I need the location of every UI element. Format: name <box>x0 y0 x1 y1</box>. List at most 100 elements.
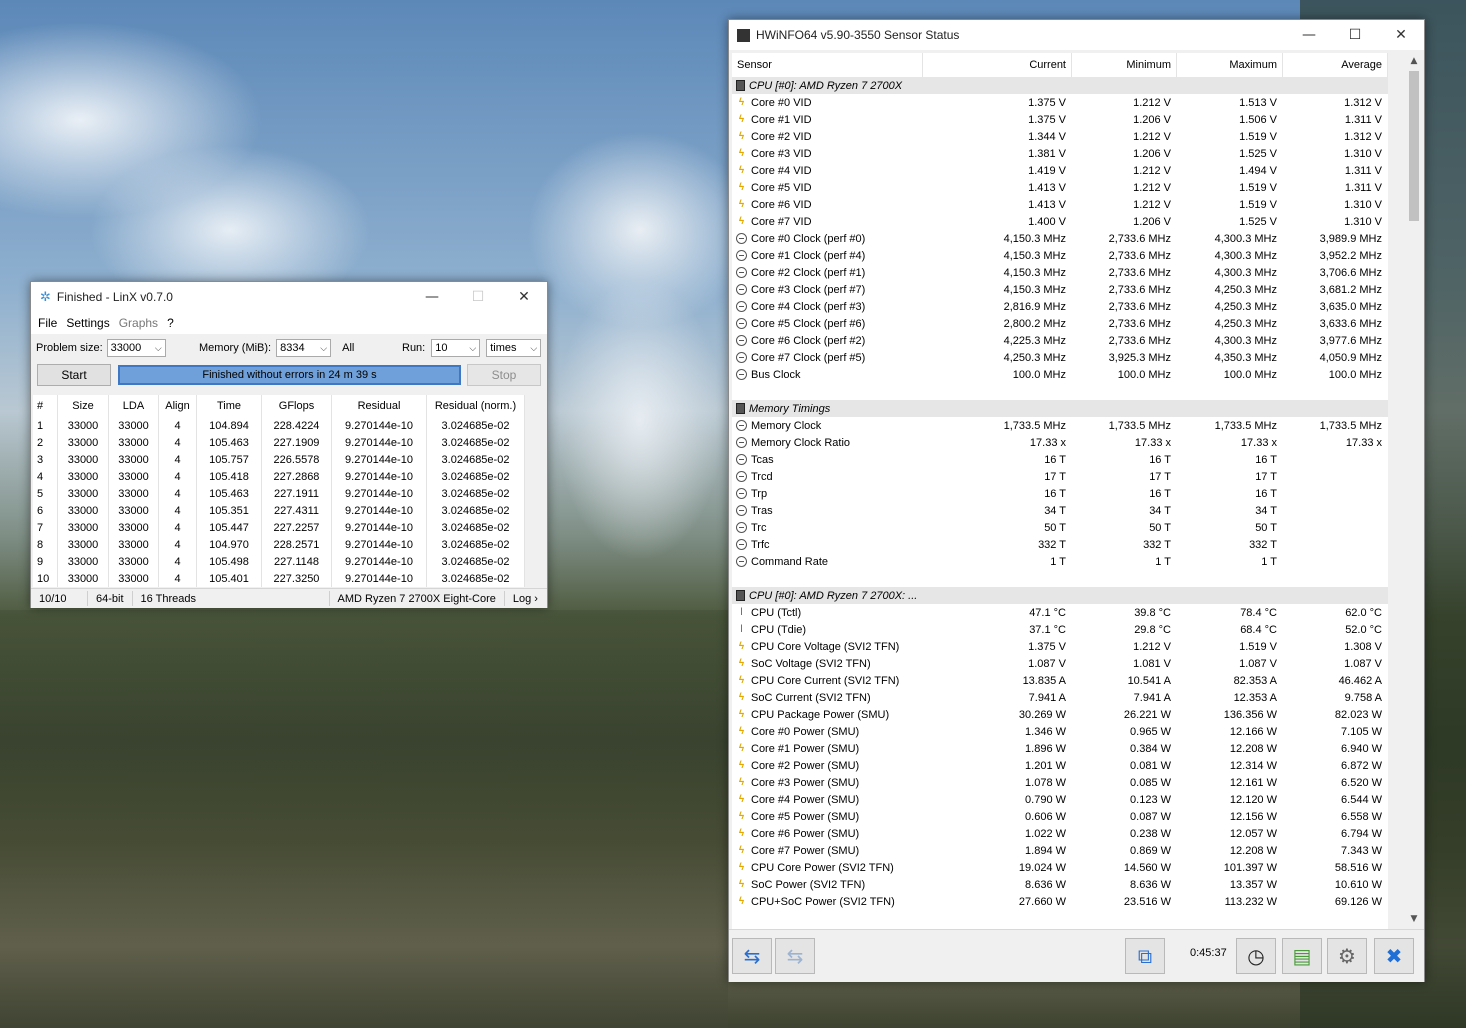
log-toggle[interactable]: Log › <box>505 591 546 606</box>
sensor-group-row[interactable]: Memory Timings <box>732 400 1388 417</box>
minimize-button[interactable]: — <box>1286 20 1332 50</box>
sensor-row[interactable]: Command Rate 1 T 1 T 1 T <box>732 553 1388 570</box>
sensor-row[interactable]: Trcd 17 T 17 T 17 T <box>732 468 1388 485</box>
close-sensors-button[interactable]: ✖ <box>1374 938 1414 974</box>
table-row[interactable]: 1 33000 33000 4 104.894 228.4224 9.270144e-10 3… <box>33 417 525 434</box>
sensor-row[interactable]: ǀ CPU (Tdie) 37.1 °C 29.8 °C 68.4 °C 52.0 °C <box>732 621 1388 638</box>
run-unit-combo[interactable]: times ⌵ <box>486 339 542 357</box>
menu-settings[interactable]: Settings <box>66 316 109 330</box>
clock-button[interactable]: ◷ <box>1236 938 1276 974</box>
sensor-row[interactable]: Trp 16 T 16 T 16 T <box>732 485 1388 502</box>
column-header[interactable]: GFlops <box>261 395 332 417</box>
column-header[interactable]: Time <box>196 395 262 417</box>
column-header[interactable]: Sensor <box>732 53 923 77</box>
table-row[interactable]: 6 33000 33000 4 105.351 227.4311 9.270144e-10 3… <box>33 502 525 519</box>
sensor-row[interactable]: ǀ CPU (Tctl) 47.1 °C 39.8 °C 78.4 °C 62.0 °C <box>732 604 1388 621</box>
sensor-row[interactable]: Trc 50 T 50 T 50 T <box>732 519 1388 536</box>
column-header[interactable]: Align <box>158 395 197 417</box>
start-button[interactable]: Start <box>37 364 111 386</box>
sensor-row[interactable]: ϟ Core #7 VID 1.400 V 1.206 V 1.525 V 1.310 V <box>732 213 1388 230</box>
sensor-row[interactable]: ϟ Core #1 VID 1.375 V 1.206 V 1.506 V 1.311 V <box>732 111 1388 128</box>
stop-button[interactable]: Stop <box>467 364 541 386</box>
menu-graphs[interactable]: Graphs <box>119 316 158 330</box>
sensor-row[interactable]: ϟ Core #3 VID 1.381 V 1.206 V 1.525 V 1.310 V <box>732 145 1388 162</box>
maximize-button[interactable]: ☐ <box>1332 20 1378 50</box>
sensor-row[interactable]: ϟ CPU Core Current (SVI2 TFN) 13.835 A 10.5… <box>732 672 1388 689</box>
sensor-row[interactable]: Core #4 Clock (perf #3) 2,816.9 MHz 2,733.… <box>732 298 1388 315</box>
minimize-button[interactable]: — <box>409 282 455 312</box>
table-row[interactable]: 5 33000 33000 4 105.463 227.1911 9.270144e-10 3… <box>33 485 525 502</box>
sensor-row[interactable]: Trfc 332 T 332 T 332 T <box>732 536 1388 553</box>
sensor-row[interactable]: ϟ Core #7 Power (SMU) 1.894 W 0.869 W 12.208… <box>732 842 1388 859</box>
sensor-row[interactable]: ϟ Core #3 Power (SMU) 1.078 W 0.085 W 12.161… <box>732 774 1388 791</box>
sensor-row[interactable]: ϟ CPU Core Power (SVI2 TFN) 19.024 W 14.560… <box>732 859 1388 876</box>
nav-arrows-button[interactable]: ⇆ <box>732 938 772 974</box>
sensor-row[interactable]: Core #2 Clock (perf #1) 4,150.3 MHz 2,733.… <box>732 264 1388 281</box>
column-header[interactable]: Residual <box>331 395 427 417</box>
table-row[interactable]: 3 33000 33000 4 105.757 226.5578 9.270144e-10 3… <box>33 451 525 468</box>
table-row[interactable]: 9 33000 33000 4 105.498 227.1148 9.270144e-10 3… <box>33 553 525 570</box>
sensor-row[interactable]: ϟ CPU+SoC Power (SVI2 TFN) 27.660 W 23.516 … <box>732 893 1388 910</box>
vertical-scrollbar[interactable]: ▲ ▼ <box>1406 53 1421 929</box>
sensor-row[interactable]: ϟ Core #0 Power (SMU) 1.346 W 0.965 W 12.166… <box>732 723 1388 740</box>
sensor-row[interactable]: ϟ Core #2 VID 1.344 V 1.212 V 1.519 V 1.312 V <box>732 128 1388 145</box>
sensor-row[interactable]: Tcas 16 T 16 T 16 T <box>732 451 1388 468</box>
sensor-row[interactable]: Core #6 Clock (perf #2) 4,225.3 MHz 2,733.… <box>732 332 1388 349</box>
scrollbar-thumb[interactable] <box>1409 71 1419 221</box>
scroll-down-icon[interactable]: ▼ <box>1408 914 1420 926</box>
scroll-up-icon[interactable]: ▲ <box>1408 56 1420 68</box>
sensor-row[interactable]: ϟ CPU Core Voltage (SVI2 TFN) 1.375 V 1.212… <box>732 638 1388 655</box>
maximize-button[interactable]: ☐ <box>455 282 501 312</box>
table-row[interactable]: 2 33000 33000 4 105.463 227.1909 9.270144e-10 3… <box>33 434 525 451</box>
table-row[interactable]: 10 33000 33000 4 105.401 227.3250 9.270144e-10… <box>33 570 525 587</box>
sensor-row[interactable]: ϟ Core #6 VID 1.413 V 1.212 V 1.519 V 1.310 V <box>732 196 1388 213</box>
add-report-button[interactable]: ▤ <box>1282 938 1322 974</box>
table-row[interactable]: 7 33000 33000 4 105.447 227.2257 9.270144e-10 3… <box>33 519 525 536</box>
sensor-row[interactable]: ϟ Core #1 Power (SMU) 1.896 W 0.384 W 12.208… <box>732 740 1388 757</box>
sensor-row[interactable]: Memory Clock Ratio 17.33 x 17.33 x 17.33 x 1… <box>732 434 1388 451</box>
sensor-list[interactable]: CPU [#0]: AMD Ryzen 7 2700X ϟ Core #0 VID 1… <box>732 77 1388 929</box>
sensor-row[interactable]: ϟ CPU Package Power (SMU) 30.269 W 26.221 W… <box>732 706 1388 723</box>
column-header[interactable]: Size <box>57 395 109 417</box>
sensor-row[interactable]: Tras 34 T 34 T 34 T <box>732 502 1388 519</box>
sensor-row[interactable]: ϟ SoC Power (SVI2 TFN) 8.636 W 8.636 W 13.35… <box>732 876 1388 893</box>
table-row[interactable]: 8 33000 33000 4 104.970 228.2571 9.270144e-10 3… <box>33 536 525 553</box>
column-header[interactable]: Current <box>923 53 1072 77</box>
sensor-row[interactable]: Core #0 Clock (perf #0) 4,150.3 MHz 2,733.… <box>732 230 1388 247</box>
sensor-row[interactable]: ϟ SoC Voltage (SVI2 TFN) 1.087 V 1.081 V 1.0… <box>732 655 1388 672</box>
run-count-combo[interactable]: 10 ⌵ <box>431 339 481 357</box>
sensor-row[interactable]: Memory Clock 1,733.5 MHz 1,733.5 MHz 1,733.… <box>732 417 1388 434</box>
sensor-row[interactable]: ϟ SoC Current (SVI2 TFN) 7.941 A 7.941 A 12.… <box>732 689 1388 706</box>
column-header[interactable]: # <box>33 395 58 417</box>
column-header[interactable]: Average <box>1283 53 1388 77</box>
linx-titlebar[interactable]: ✲ Finished - LinX v0.7.0 — ☐ ✕ <box>31 282 547 312</box>
column-header[interactable]: Maximum <box>1177 53 1283 77</box>
hwinfo-titlebar[interactable]: HWiNFO64 v5.90-3550 Sensor Status — ☐ ✕ <box>729 20 1424 50</box>
sensor-row[interactable]: ϟ Core #2 Power (SMU) 1.201 W 0.081 W 12.314… <box>732 757 1388 774</box>
close-button[interactable]: ✕ <box>501 282 547 312</box>
sensor-row[interactable]: Core #3 Clock (perf #7) 4,150.3 MHz 2,733.… <box>732 281 1388 298</box>
column-header[interactable]: Minimum <box>1072 53 1177 77</box>
table-row[interactable]: 4 33000 33000 4 105.418 227.2868 9.270144e-10 3… <box>33 468 525 485</box>
sensor-row[interactable]: ϟ Core #5 VID 1.413 V 1.212 V 1.519 V 1.311 V <box>732 179 1388 196</box>
sensor-row[interactable]: ϟ Core #6 Power (SMU) 1.022 W 0.238 W 12.057… <box>732 825 1388 842</box>
sensor-row[interactable]: Core #5 Clock (perf #6) 2,800.2 MHz 2,733.… <box>732 315 1388 332</box>
sensor-row[interactable]: Core #7 Clock (perf #5) 4,250.3 MHz 3,925.… <box>732 349 1388 366</box>
problem-size-combo[interactable]: 33000 ⌵ <box>106 339 166 357</box>
sensor-row[interactable]: ϟ Core #4 VID 1.419 V 1.212 V 1.494 V 1.311 V <box>732 162 1388 179</box>
network-button[interactable]: ⧉ <box>1125 938 1165 974</box>
sensor-group-row[interactable]: CPU [#0]: AMD Ryzen 7 2700X: ... <box>732 587 1388 604</box>
close-button[interactable]: ✕ <box>1378 20 1424 50</box>
sensor-row[interactable]: ϟ Core #0 VID 1.375 V 1.212 V 1.513 V 1.312 V <box>732 94 1388 111</box>
settings-button[interactable]: ⚙ <box>1327 938 1367 974</box>
memory-combo[interactable]: 8334 ⌵ <box>276 339 332 357</box>
sensor-row[interactable]: Core #1 Clock (perf #4) 4,150.3 MHz 2,733.… <box>732 247 1388 264</box>
memory-all-option[interactable]: All <box>342 342 354 354</box>
sensor-row[interactable]: ϟ Core #4 Power (SMU) 0.790 W 0.123 W 12.120… <box>732 791 1388 808</box>
nav-arrows-disabled-button[interactable]: ⇆ <box>775 938 815 974</box>
sensor-group-row[interactable]: CPU [#0]: AMD Ryzen 7 2700X <box>732 77 1388 94</box>
menu-help[interactable]: ? <box>167 316 174 330</box>
column-header[interactable]: Residual (norm.) <box>426 395 525 417</box>
menu-file[interactable]: File <box>38 316 57 330</box>
sensor-row[interactable]: ϟ Core #5 Power (SMU) 0.606 W 0.087 W 12.156… <box>732 808 1388 825</box>
